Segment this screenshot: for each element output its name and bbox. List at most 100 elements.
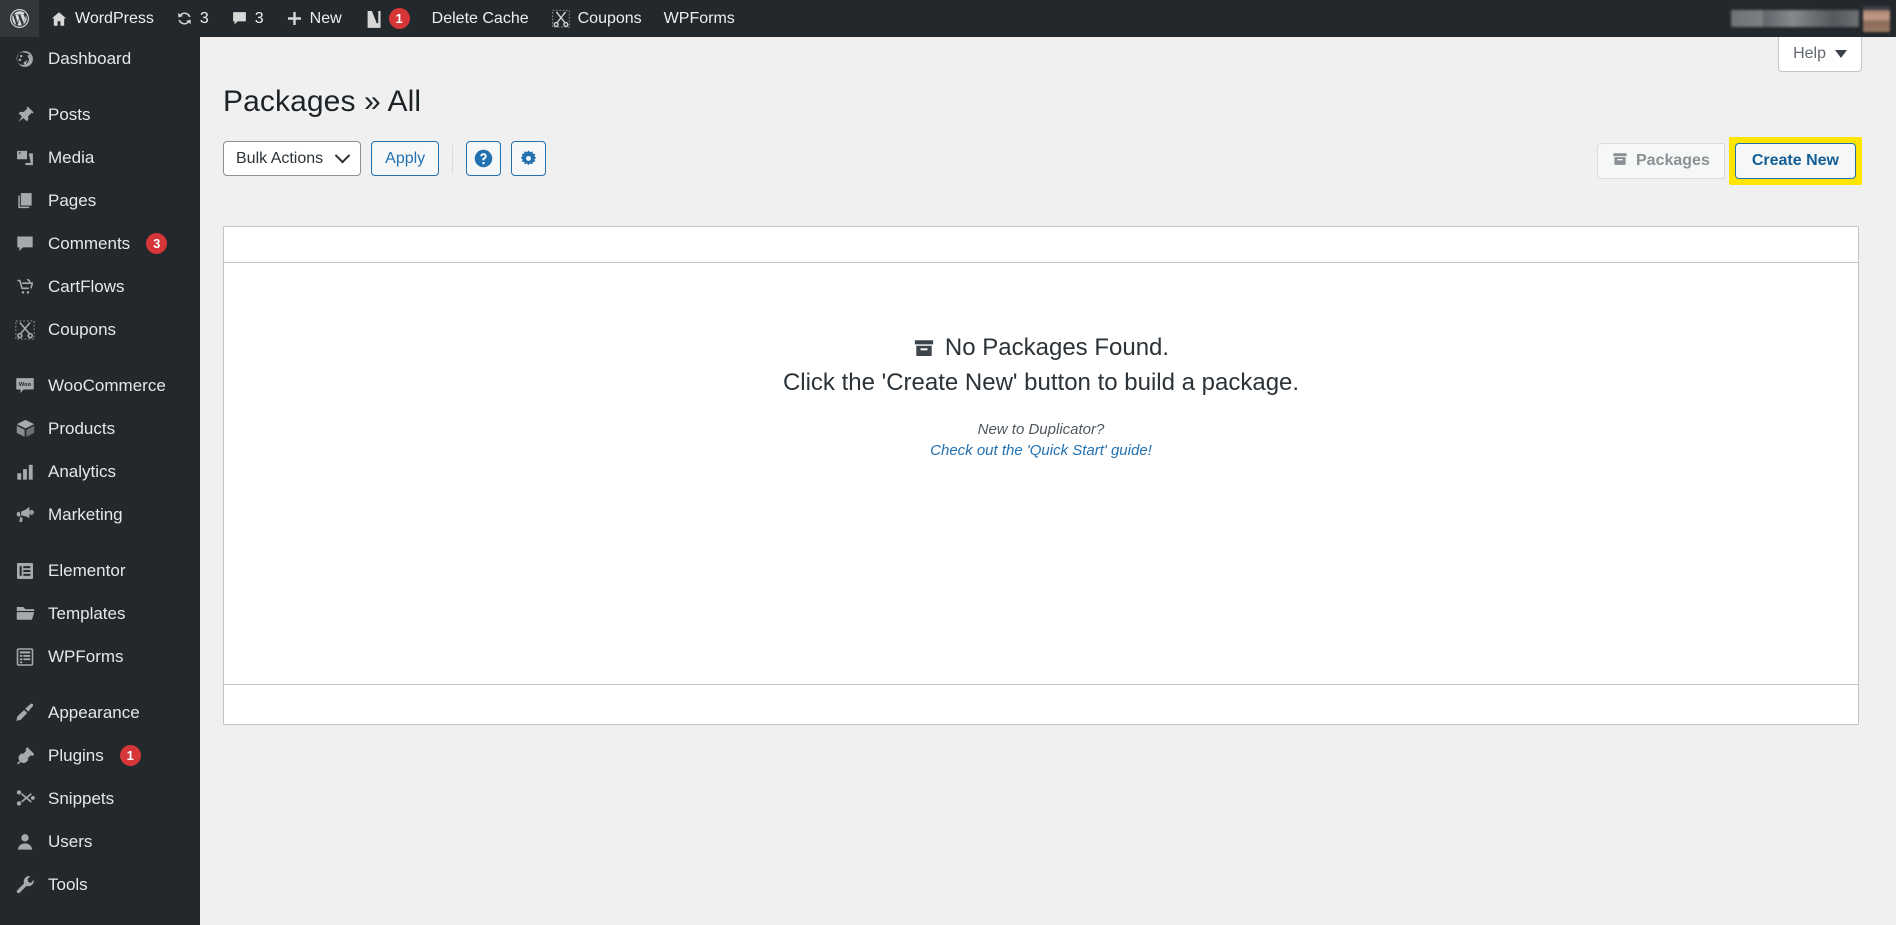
sidebar-item-label: WPForms — [48, 648, 124, 665]
help-tab-label: Help — [1793, 44, 1826, 63]
sidebar-item-woocommerce[interactable]: Woo WooCommerce — [0, 364, 200, 407]
sidebar-item-dashboard[interactable]: Dashboard — [0, 37, 200, 80]
adminbar-wpforms-label: WPForms — [664, 10, 735, 28]
scissors-icon — [12, 317, 38, 343]
sidebar-item-snippets[interactable]: Snippets — [0, 777, 200, 820]
packages-table: No Packages Found. Click the 'Create New… — [223, 226, 1859, 725]
adminbar-item-delete-cache[interactable]: Delete Cache — [421, 0, 540, 37]
adminbar-account-area[interactable] — [1731, 0, 1896, 37]
adminbar-coupons-label: Coupons — [578, 10, 642, 28]
sidebar-item-coupons[interactable]: Coupons — [0, 308, 200, 351]
adminbar-item-coupons[interactable]: Coupons — [540, 0, 653, 37]
sidebar-separator — [0, 536, 200, 549]
help-tab-button[interactable]: Help — [1778, 37, 1862, 72]
packages-table-footer-row — [224, 684, 1858, 724]
toolbar-divider — [452, 145, 453, 173]
wpforms-icon — [12, 644, 38, 670]
adminbar-item-yoast-seo[interactable]: 1 — [353, 0, 421, 37]
update-icon — [176, 10, 193, 27]
sidebar-item-label: Comments — [48, 235, 130, 252]
sidebar-separator — [0, 351, 200, 364]
wordpress-logo-icon — [9, 8, 30, 29]
packages-table-empty-body: No Packages Found. Click the 'Create New… — [224, 264, 1858, 683]
sidebar-item-label: Coupons — [48, 321, 116, 338]
empty-state-sub-question: New to Duplicator? — [224, 418, 1858, 443]
yoast-seo-icon — [364, 9, 382, 29]
sidebar-item-label: Posts — [48, 106, 91, 123]
sidebar-item-label: Users — [48, 833, 92, 850]
sidebar-item-wpforms[interactable]: WPForms — [0, 635, 200, 678]
quick-start-guide-link[interactable]: Check out the 'Quick Start' guide! — [930, 442, 1152, 459]
apply-button[interactable]: Apply — [371, 141, 439, 176]
sidebar-item-products[interactable]: Products — [0, 407, 200, 450]
bulk-actions-select[interactable]: Bulk Actions — [223, 141, 361, 176]
sidebar-item-label: Analytics — [48, 463, 116, 480]
adminbar-item-wpforms[interactable]: WPForms — [653, 0, 746, 37]
sidebar-item-label: Elementor — [48, 562, 125, 579]
create-new-button[interactable]: Create New — [1735, 143, 1856, 179]
adminbar-yoast-badge: 1 — [389, 8, 410, 29]
adminbar-delete-cache-label: Delete Cache — [432, 10, 529, 28]
sidebar-comments-badge: 3 — [146, 233, 167, 254]
sidebar-item-comments[interactable]: Comments 3 — [0, 222, 200, 265]
sidebar-item-label: Media — [48, 149, 94, 166]
marketing-megaphone-icon — [12, 502, 38, 528]
avatar — [1863, 6, 1890, 32]
help-icon-button[interactable] — [466, 141, 501, 176]
adminbar-item-new-content[interactable]: New — [275, 0, 353, 37]
sidebar-item-label: Tools — [48, 876, 88, 893]
plus-icon — [286, 10, 303, 27]
sidebar-item-label: Pages — [48, 192, 96, 209]
pin-icon — [12, 102, 38, 128]
sidebar-separator — [0, 80, 200, 93]
create-new-highlight-box: Create New — [1729, 137, 1862, 185]
sidebar-item-media[interactable]: Media — [0, 136, 200, 179]
adminbar-item-updates[interactable]: 3 — [165, 0, 220, 37]
screen-meta-links: Help — [1778, 37, 1862, 72]
sidebar-item-posts[interactable]: Posts — [0, 93, 200, 136]
sidebar-item-users[interactable]: Users — [0, 820, 200, 863]
main-content-area: Help Packages » All Bulk Actions Apply — [200, 37, 1896, 925]
bulk-actions-toolbar: Bulk Actions Apply — [223, 141, 546, 176]
bulk-actions-selected-value: Bulk Actions — [236, 150, 323, 168]
home-icon — [50, 10, 68, 28]
page-title: Packages » All — [223, 85, 421, 119]
sidebar-item-elementor[interactable]: Elementor — [0, 549, 200, 592]
question-mark-icon — [473, 148, 494, 169]
sidebar-item-label: Templates — [48, 605, 125, 622]
adminbar-account-name-redacted — [1731, 10, 1859, 27]
analytics-bars-icon — [12, 459, 38, 485]
sidebar-item-appearance[interactable]: Appearance — [0, 691, 200, 734]
sidebar-item-analytics[interactable]: Analytics — [0, 450, 200, 493]
packages-tab-label: Packages — [1636, 152, 1710, 170]
comments-icon — [12, 231, 38, 257]
adminbar-site-name-label: WordPress — [75, 10, 154, 28]
sidebar-item-label: Snippets — [48, 790, 114, 807]
chevron-down-icon — [1835, 50, 1847, 58]
adminbar-item-wordpress-logo[interactable] — [0, 0, 39, 37]
sidebar-item-tools[interactable]: Tools — [0, 863, 200, 906]
settings-icon-button[interactable] — [511, 141, 546, 176]
package-actions: Packages Create New — [1597, 137, 1862, 185]
plugins-plug-icon — [12, 743, 38, 769]
packages-tab-button[interactable]: Packages — [1597, 143, 1725, 179]
sidebar-item-label: Dashboard — [48, 50, 131, 67]
sidebar-item-marketing[interactable]: Marketing — [0, 493, 200, 536]
templates-folder-icon — [12, 601, 38, 627]
pages-icon — [12, 188, 38, 214]
sidebar-item-label: Appearance — [48, 704, 140, 721]
sidebar-item-cartflows[interactable]: CartFlows — [0, 265, 200, 308]
adminbar-comments-count: 3 — [255, 10, 264, 28]
empty-state-line-1: No Packages Found. — [224, 331, 1858, 366]
adminbar-item-site-name[interactable]: WordPress — [39, 0, 165, 37]
sidebar-item-templates[interactable]: Templates — [0, 592, 200, 635]
dashboard-icon — [12, 46, 38, 72]
sidebar-item-plugins[interactable]: Plugins 1 — [0, 734, 200, 777]
sidebar-item-label: WooCommerce — [48, 377, 166, 394]
archive-box-icon — [1612, 151, 1628, 172]
adminbar-item-comments[interactable]: 3 — [220, 0, 275, 37]
empty-state-line-2: Click the 'Create New' button to build a… — [224, 366, 1858, 401]
sidebar-item-label: Products — [48, 420, 115, 437]
sidebar-item-pages[interactable]: Pages — [0, 179, 200, 222]
chevron-down-icon — [335, 148, 351, 164]
